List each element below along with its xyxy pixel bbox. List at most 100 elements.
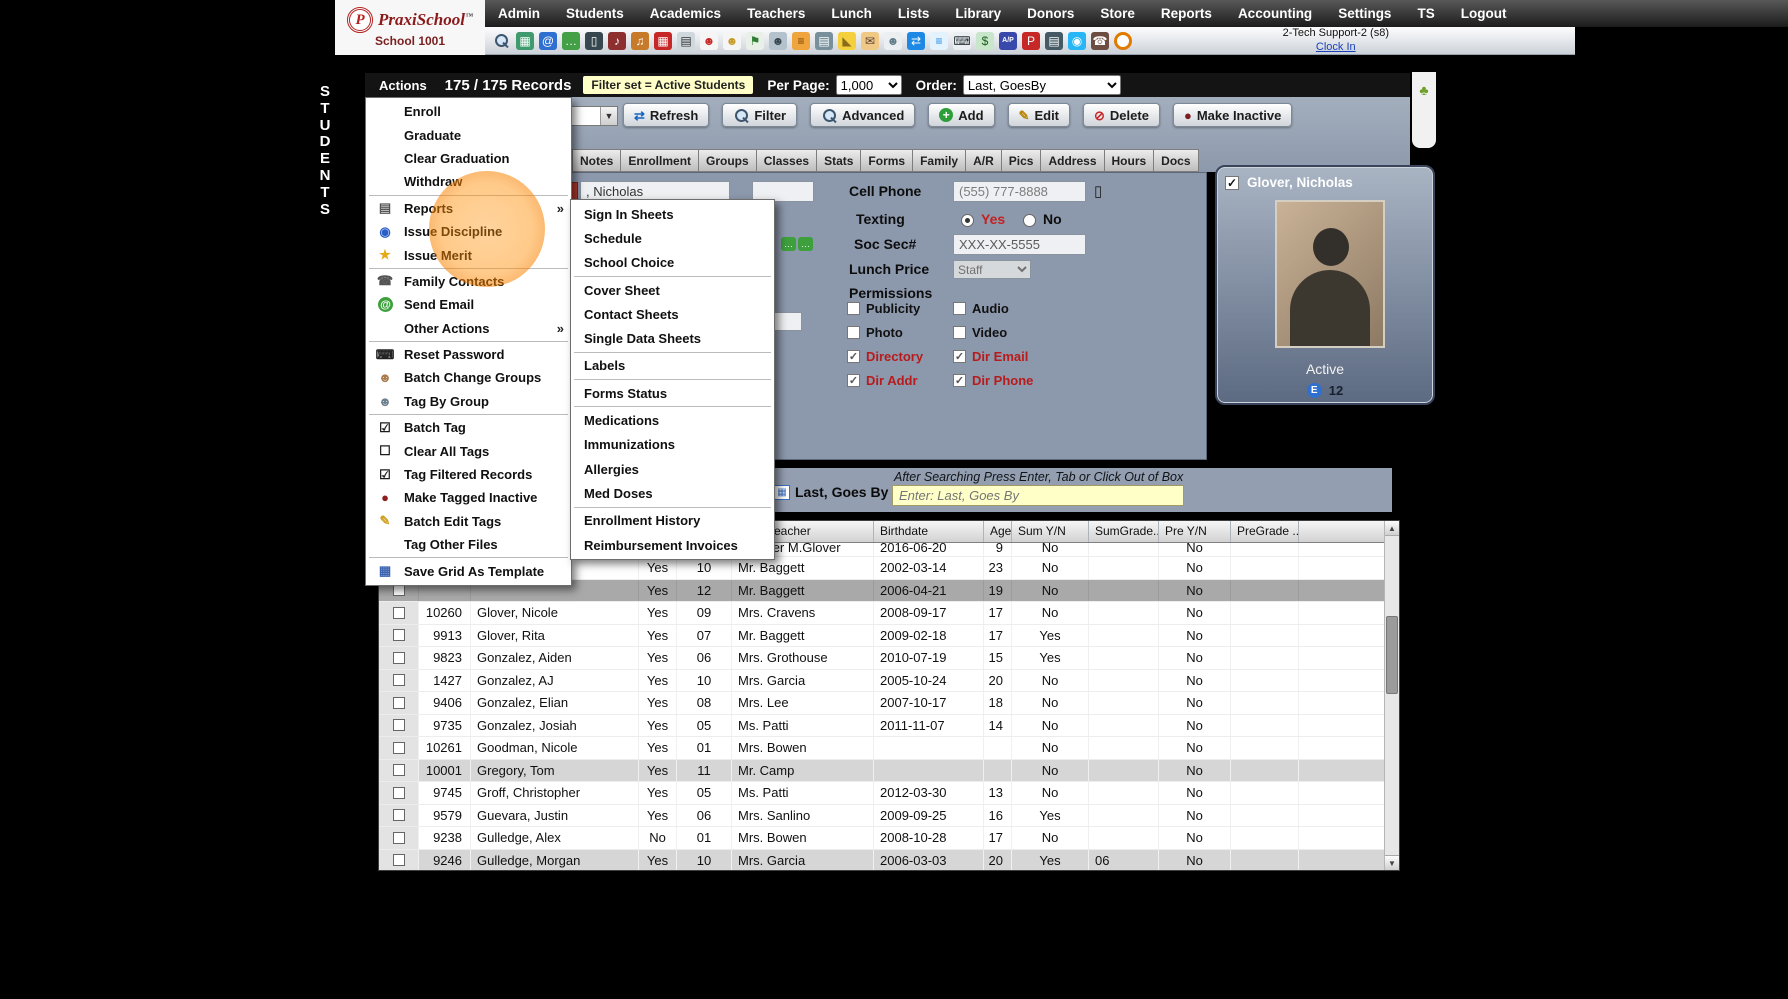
menu-item-reset-password[interactable]: ⌨Reset Password [366, 343, 571, 366]
delete-button[interactable]: ⊘Delete [1083, 103, 1160, 127]
nav-item-settings[interactable]: Settings [1325, 0, 1404, 27]
permission-checkbox-publicity[interactable] [847, 302, 860, 315]
scroll-up-icon[interactable]: ▲ [1385, 521, 1399, 536]
edit-button[interactable]: ✎Edit [1008, 103, 1070, 127]
submenu-item-reimbursement-invoices[interactable]: Reimbursement Invoices [571, 533, 774, 557]
per-page-select[interactable]: 1,000 [836, 75, 902, 95]
print-icon[interactable]: ▤ [1045, 32, 1063, 50]
add-button[interactable]: +Add [928, 103, 994, 127]
row-checkbox[interactable] [393, 674, 405, 686]
submenu-item-med-doses[interactable]: Med Doses [571, 481, 774, 505]
row-checkbox[interactable] [393, 652, 405, 664]
table-row[interactable]: 9246Gulledge, MorganYes10Mrs. Garcia2006… [379, 850, 1399, 872]
submenu-item-labels[interactable]: Labels [571, 354, 774, 378]
tab-docs[interactable]: Docs [1154, 149, 1198, 172]
keyboard-icon[interactable]: ⌨ [953, 32, 971, 50]
spreadsheet-icon[interactable]: ▦ [516, 32, 534, 50]
order-select[interactable]: Last, GoesBy [963, 75, 1121, 95]
fax-icon[interactable]: ▤ [677, 32, 695, 50]
ssn-input[interactable] [953, 234, 1086, 255]
list-icon[interactable]: ≡ [930, 32, 948, 50]
contact-red-icon[interactable]: ☻ [700, 32, 718, 50]
advanced-button[interactable]: Advanced [810, 103, 915, 127]
menu-item-issue-merit[interactable]: ★Issue Merit [366, 243, 571, 266]
row-checkbox[interactable] [393, 854, 405, 866]
nav-item-library[interactable]: Library [942, 0, 1014, 27]
table-row[interactable]: 1427Gonzalez, AJYes10Mrs. Garcia2005-10-… [379, 670, 1399, 693]
table-row[interactable]: 10001Gregory, TomYes11Mr. CampNoNo [379, 760, 1399, 783]
tab-address[interactable]: Address [1041, 149, 1104, 172]
table-row[interactable]: 9406Gonzalez, ElianYes08Mrs. Lee2007-10-… [379, 692, 1399, 715]
headset-icon[interactable]: ☎ [1091, 32, 1109, 50]
money-icon[interactable]: $ [976, 32, 994, 50]
column-header-sumgrade[interactable]: SumGrade... [1089, 521, 1159, 542]
permission-checkbox-audio[interactable] [953, 302, 966, 315]
cell-phone-input[interactable] [953, 181, 1086, 202]
menu-item-batch-edit-tags[interactable]: ✎Batch Edit Tags [366, 510, 571, 533]
menu-item-enroll[interactable]: Enroll [366, 100, 571, 123]
submenu-item-immunizations[interactable]: Immunizations [571, 433, 774, 457]
announce-icon[interactable]: ♫ [631, 32, 649, 50]
column-header-sum[interactable]: Sum Y/N [1012, 521, 1089, 542]
table-row[interactable]: 9579Guevara, JustinYes06Mrs. Sanlino2009… [379, 805, 1399, 828]
email-icon[interactable]: @ [539, 32, 557, 50]
clipboard-icon[interactable]: ▤ [815, 32, 833, 50]
refresh-button[interactable]: ⇄Refresh [623, 103, 709, 127]
lunch-price-select[interactable]: Staff [953, 260, 1031, 279]
menu-item-make-tagged-inactive[interactable]: ●Make Tagged Inactive [366, 486, 571, 509]
table-row[interactable]: 10260Glover, NicoleYes09Mrs. Cravens2008… [379, 602, 1399, 625]
tab-classes[interactable]: Classes [757, 149, 817, 172]
student-card-checkbox[interactable]: ✓ [1225, 176, 1239, 190]
table-row[interactable]: 10261Goodman, NicoleYes01Mrs. BowenNoNo [379, 737, 1399, 760]
make-inactive-button[interactable]: ●Make Inactive [1173, 103, 1292, 127]
chat-icon[interactable]: … [562, 32, 580, 50]
tab-family[interactable]: Family [913, 149, 966, 172]
menu-item-tag-filtered-records[interactable]: ☑Tag Filtered Records [366, 463, 571, 486]
nav-item-lists[interactable]: Lists [885, 0, 943, 27]
menu-item-reports[interactable]: ▤Reports» [366, 197, 571, 220]
walker-icon[interactable]: ☻ [884, 32, 902, 50]
table-row[interactable]: 9823Gonzalez, AidenYes06Mrs. Grothouse20… [379, 647, 1399, 670]
nav-item-logout[interactable]: Logout [1448, 0, 1520, 27]
mobile-phone-icon[interactable]: ▯ [1094, 182, 1102, 200]
column-header-age[interactable]: Age [984, 521, 1012, 542]
side-flap[interactable]: ♣ [1412, 72, 1436, 148]
tab-groups[interactable]: Groups [699, 149, 757, 172]
nav-item-accounting[interactable]: Accounting [1225, 0, 1325, 27]
submenu-item-medications[interactable]: Medications [571, 408, 774, 432]
permission-checkbox-photo[interactable] [847, 326, 860, 339]
permission-checkbox-dir-addr[interactable]: ✓ [847, 374, 860, 387]
menu-item-clear-graduation[interactable]: Clear Graduation [366, 147, 571, 170]
mobile-icon[interactable]: ▯ [585, 32, 603, 50]
column-header-pregrade[interactable]: PreGrade ... [1231, 521, 1299, 542]
row-checkbox[interactable] [393, 697, 405, 709]
timer-icon[interactable] [1114, 32, 1132, 50]
row-checkbox[interactable] [393, 584, 405, 596]
menu-item-clear-all-tags[interactable]: ☐Clear All Tags [366, 439, 571, 462]
pdf-icon[interactable]: P [1022, 32, 1040, 50]
table-row[interactable]: 9745Groff, ChristopherYes05Ms. Patti2012… [379, 782, 1399, 805]
tab-forms[interactable]: Forms [861, 149, 913, 172]
permission-checkbox-dir-phone[interactable]: ✓ [953, 374, 966, 387]
search-icon[interactable] [493, 32, 511, 50]
clock-in-link[interactable]: Clock In [1283, 41, 1389, 55]
submenu-item-school-choice[interactable]: School Choice [571, 251, 774, 275]
row-checkbox[interactable] [393, 787, 405, 799]
menu-item-save-grid-as-template[interactable]: ▦Save Grid As Template [366, 559, 571, 582]
chat-icon[interactable]: … [781, 237, 796, 251]
submenu-item-enrollment-history[interactable]: Enrollment History [571, 509, 774, 533]
menu-item-batch-change-groups[interactable]: ☻Batch Change Groups [366, 366, 571, 389]
ap-badge-icon[interactable]: A/P [999, 32, 1017, 50]
column-header-pre[interactable]: Pre Y/N [1159, 521, 1231, 542]
nav-item-reports[interactable]: Reports [1148, 0, 1225, 27]
contact-gold-icon[interactable]: ☻ [723, 32, 741, 50]
filter-button[interactable]: Filter [722, 103, 797, 127]
nav-item-admin[interactable]: Admin [485, 0, 553, 27]
row-checkbox[interactable] [393, 809, 405, 821]
table-row[interactable]: 9735Gonzalez, JosiahYes05Ms. Patti2011-1… [379, 715, 1399, 738]
permission-checkbox-directory[interactable]: ✓ [847, 350, 860, 363]
web-icon[interactable]: ◉ [1068, 32, 1086, 50]
nav-item-lunch[interactable]: Lunch [818, 0, 885, 27]
refresh-icon[interactable]: ⇄ [907, 32, 925, 50]
grid-scrollbar[interactable]: ▲ ▼ [1384, 521, 1399, 870]
